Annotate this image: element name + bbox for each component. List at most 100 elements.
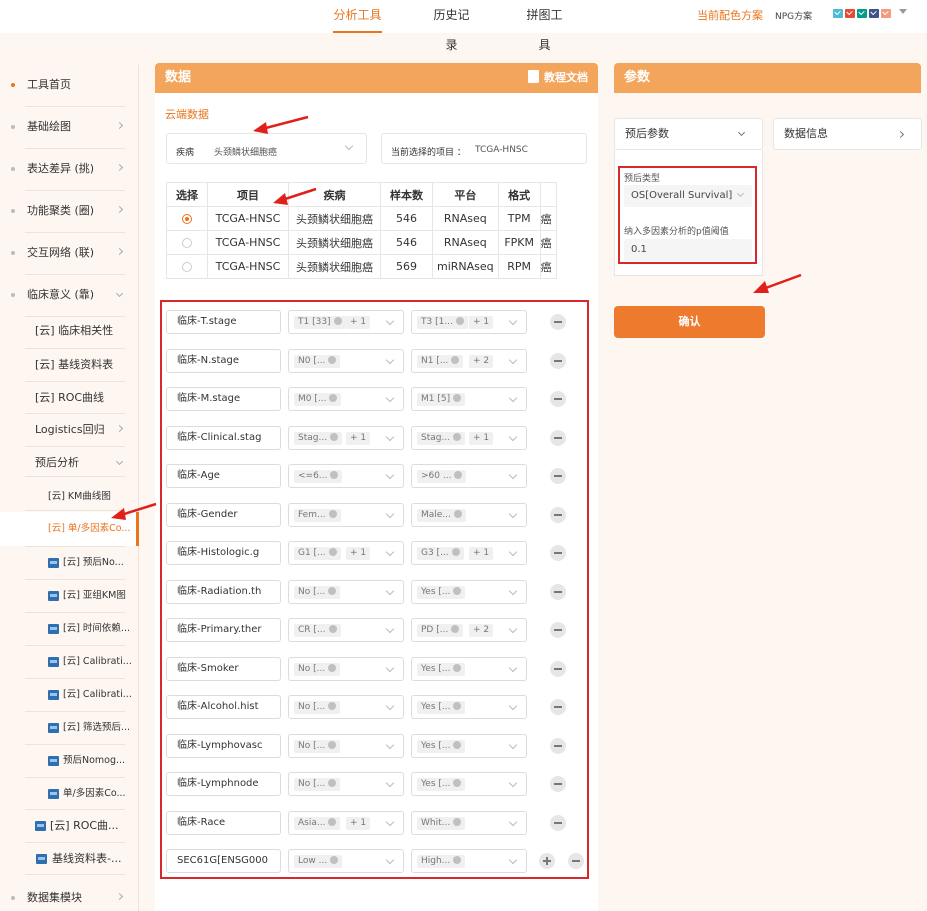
radio-button[interactable] — [182, 262, 192, 272]
high-group-select[interactable]: Yes [... — [411, 772, 527, 796]
high-group-select[interactable]: Yes [... — [411, 734, 527, 758]
cloud-data-label[interactable]: 云端数据 — [165, 106, 209, 122]
filter-variable-name[interactable]: 临床-Lymphnode — [166, 772, 281, 796]
tag-close-icon[interactable] — [451, 356, 460, 364]
sidebar-item[interactable]: 数据集模块 — [0, 888, 139, 908]
remove-row-icon[interactable] — [550, 584, 566, 600]
high-group-select[interactable]: M1 [5] — [411, 387, 527, 411]
tag-close-icon[interactable] — [328, 741, 337, 749]
tag-close-icon[interactable] — [329, 394, 338, 402]
low-group-select[interactable]: <=6... — [288, 464, 404, 488]
tag-close-icon[interactable] — [455, 317, 464, 325]
low-group-select[interactable]: No [... — [288, 580, 404, 604]
sidebar-item[interactable]: 预后Nomog... — [0, 751, 139, 771]
sidebar-item[interactable]: 表达差异 (挑) — [0, 159, 139, 179]
filter-variable-name[interactable]: 临床-Histologic.g — [166, 541, 281, 565]
table-row[interactable]: TCGA-HNSC 头颈鳞状细胞癌 546 RNAseq TPM 癌 — [166, 206, 557, 231]
sidebar-item[interactable]: Logistics回归 — [0, 420, 139, 440]
sidebar-item[interactable]: [云] 筛选预后... — [0, 718, 139, 738]
sidebar-item[interactable]: 交互网络 (联) — [0, 243, 139, 263]
filter-variable-name[interactable]: 临床-M.stage — [166, 387, 281, 411]
tag-close-icon[interactable] — [451, 625, 460, 633]
remove-row-icon[interactable] — [550, 353, 566, 369]
low-group-select[interactable]: No [... — [288, 772, 404, 796]
remove-row-icon[interactable] — [550, 699, 566, 715]
tag-close-icon[interactable] — [328, 587, 337, 595]
remove-row-icon[interactable] — [550, 430, 566, 446]
high-group-select[interactable]: Yes [... — [411, 695, 527, 719]
low-group-select[interactable]: CR [... — [288, 618, 404, 642]
tag-close-icon[interactable] — [330, 433, 339, 441]
high-group-select[interactable]: Yes [... — [411, 580, 527, 604]
filter-variable-name[interactable]: 临床-Clinical.stag — [166, 426, 281, 450]
tag-close-icon[interactable] — [328, 510, 337, 518]
tag-close-icon[interactable] — [330, 856, 339, 864]
low-group-select[interactable]: T1 [33] + 1 — [288, 310, 404, 334]
tag-close-icon[interactable] — [453, 433, 462, 441]
add-row-icon[interactable] — [539, 853, 555, 869]
color-swatches[interactable] — [833, 9, 891, 18]
filter-variable-name[interactable]: 临床-Primary.ther — [166, 618, 281, 642]
high-group-select[interactable]: G3 [... + 1 — [411, 541, 527, 565]
tag-close-icon[interactable] — [328, 625, 337, 633]
tab-history[interactable]: 历史记录 — [429, 0, 474, 52]
tag-close-icon[interactable] — [453, 510, 462, 518]
table-row[interactable]: TCGA-HNSC 头颈鳞状细胞癌 546 RNAseq FPKM 癌 — [166, 230, 557, 255]
sidebar-item[interactable]: 临床意义 (靠) — [0, 285, 139, 305]
sidebar-item[interactable]: 工具首页 — [0, 75, 139, 95]
high-group-select[interactable]: PD [... + 2 — [411, 618, 527, 642]
low-group-select[interactable]: No [... — [288, 734, 404, 758]
sidebar-item[interactable]: [云] Calibrati... — [0, 685, 139, 705]
high-group-select[interactable]: Male... — [411, 503, 527, 527]
low-group-select[interactable]: M0 [... — [288, 387, 404, 411]
tag-close-icon[interactable] — [453, 587, 462, 595]
filter-variable-name[interactable]: SEC61G[ENSG000 — [166, 849, 281, 873]
high-group-select[interactable]: T3 [1... + 1 — [411, 310, 527, 334]
high-group-select[interactable]: Yes [... — [411, 657, 527, 681]
table-row[interactable]: TCGA-HNSC 头颈鳞状细胞癌 569 miRNAseq RPM 癌 — [166, 254, 557, 279]
sidebar-item[interactable]: [云] 临床相关性 — [0, 321, 139, 341]
remove-row-icon[interactable] — [550, 776, 566, 792]
filter-variable-name[interactable]: 临床-N.stage — [166, 349, 281, 373]
sidebar-item[interactable]: [云] ROC曲线 — [0, 388, 139, 408]
tab-data-info[interactable]: 数据信息 — [773, 118, 922, 150]
disease-select[interactable]: 疾病 头颈鳞状细胞癌 — [166, 133, 367, 164]
tab-prognosis-params[interactable]: 预后参数 — [614, 118, 763, 150]
remove-row-icon[interactable] — [550, 661, 566, 677]
sidebar-item[interactable]: 预后分析 — [0, 453, 139, 473]
tag-close-icon[interactable] — [453, 394, 462, 402]
sidebar-item[interactable]: [云] ROC曲... — [0, 816, 139, 836]
tag-close-icon[interactable] — [333, 317, 342, 325]
filter-variable-name[interactable]: 临床-Lymphovasc — [166, 734, 281, 758]
high-group-select[interactable]: Stag... + 1 — [411, 426, 527, 450]
scheme-dropdown-icon[interactable] — [899, 9, 907, 14]
tag-close-icon[interactable] — [328, 356, 337, 364]
tag-close-icon[interactable] — [453, 702, 462, 710]
sidebar-item[interactable]: 基础绘图 — [0, 117, 139, 137]
tutorial-doc-link[interactable]: 教程文档 — [528, 63, 588, 93]
tab-puzzle-tools[interactable]: 拼图工具 — [522, 0, 567, 52]
tag-close-icon[interactable] — [328, 818, 337, 826]
confirm-button[interactable]: 确认 — [614, 306, 765, 338]
filter-variable-name[interactable]: 临床-Radiation.th — [166, 580, 281, 604]
filter-variable-name[interactable]: 临床-Alcohol.hist — [166, 695, 281, 719]
sidebar-item[interactable]: 单/多因素Co... — [0, 784, 139, 804]
high-group-select[interactable]: >60 ... — [411, 464, 527, 488]
low-group-select[interactable]: N0 [... — [288, 349, 404, 373]
tag-close-icon[interactable] — [454, 471, 463, 479]
tag-close-icon[interactable] — [328, 548, 337, 556]
tag-close-icon[interactable] — [453, 741, 462, 749]
tag-close-icon[interactable] — [453, 779, 462, 787]
high-group-select[interactable]: High... — [411, 849, 527, 873]
sidebar-item[interactable]: 功能聚类 (圈) — [0, 201, 139, 221]
low-group-select[interactable]: Fem... — [288, 503, 404, 527]
tag-close-icon[interactable] — [453, 818, 462, 826]
remove-row-icon[interactable] — [550, 391, 566, 407]
remove-row-icon[interactable] — [550, 622, 566, 638]
sidebar-item[interactable]: [云] 基线资料表 — [0, 355, 139, 375]
high-group-select[interactable]: N1 [... + 2 — [411, 349, 527, 373]
tag-close-icon[interactable] — [330, 471, 339, 479]
low-group-select[interactable]: Asia... + 1 — [288, 811, 404, 835]
remove-row-icon[interactable] — [550, 738, 566, 754]
tag-close-icon[interactable] — [451, 548, 460, 556]
